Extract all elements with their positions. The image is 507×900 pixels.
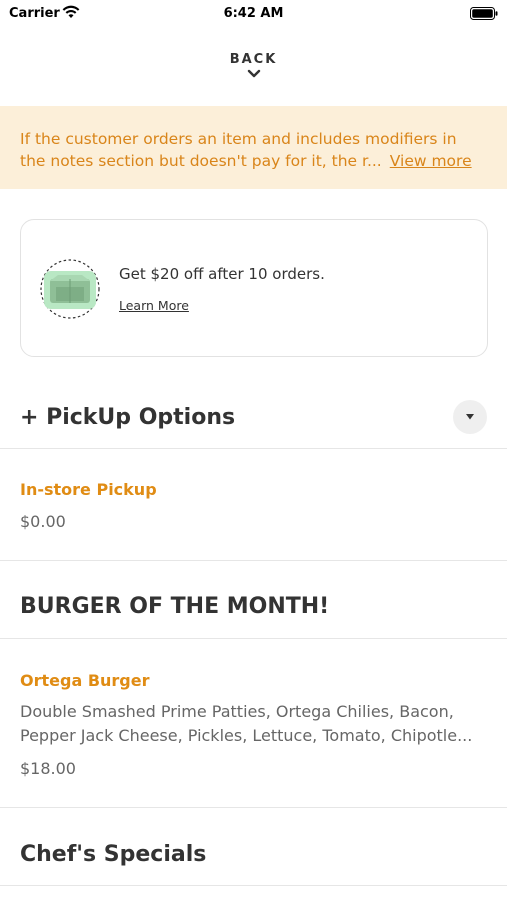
- notice-banner: If the customer orders an item and inclu…: [0, 106, 507, 189]
- back-label: BACK: [229, 52, 278, 67]
- clock-time: 6:42 AM: [223, 6, 284, 21]
- divider: [0, 807, 507, 808]
- notice-line-2-text: the notes section but doesn't pay for it…: [20, 152, 382, 170]
- battery-icon: [470, 7, 498, 20]
- burger-desc-line-1: Double Smashed Prime Patties, Ortega Chi…: [20, 702, 454, 721]
- chefs-specials-header: Chef's Specials: [20, 842, 207, 867]
- notice-line-2: the notes section but doesn't pay for it…: [20, 150, 490, 172]
- pickup-item-price: $0.00: [20, 512, 66, 531]
- burger-item-price: $18.00: [20, 759, 76, 778]
- reward-title: Get $20 off after 10 orders.: [119, 265, 325, 283]
- burger-of-month-header: BURGER OF THE MONTH!: [20, 594, 330, 619]
- rewards-box-icon: [40, 259, 100, 319]
- burger-item-description: Double Smashed Prime Patties, Ortega Chi…: [20, 700, 488, 748]
- pickup-item-name[interactable]: In-store Pickup: [20, 480, 157, 499]
- burger-item-name[interactable]: Ortega Burger: [20, 671, 149, 690]
- pickup-dropdown-button[interactable]: [453, 400, 487, 434]
- view-more-link[interactable]: View more: [390, 152, 472, 170]
- learn-more-link[interactable]: Learn More: [119, 298, 189, 313]
- divider: [0, 638, 507, 639]
- reward-card[interactable]: Get $20 off after 10 orders. Learn More: [20, 219, 488, 357]
- divider: [0, 885, 507, 886]
- notice-text: If the customer orders an item and inclu…: [20, 128, 490, 172]
- pickup-options-header[interactable]: + PickUp Options: [20, 405, 235, 430]
- caret-down-icon: [466, 414, 474, 420]
- chevron-down-icon: [247, 69, 260, 78]
- divider: [0, 448, 507, 449]
- burger-desc-line-2: Pepper Jack Cheese, Pickles, Lettuce, To…: [20, 726, 473, 745]
- status-bar: Carrier 6:42 AM: [0, 0, 507, 30]
- notice-line-1: If the customer orders an item and inclu…: [20, 130, 457, 148]
- back-button[interactable]: BACK: [0, 52, 507, 79]
- divider: [0, 560, 507, 561]
